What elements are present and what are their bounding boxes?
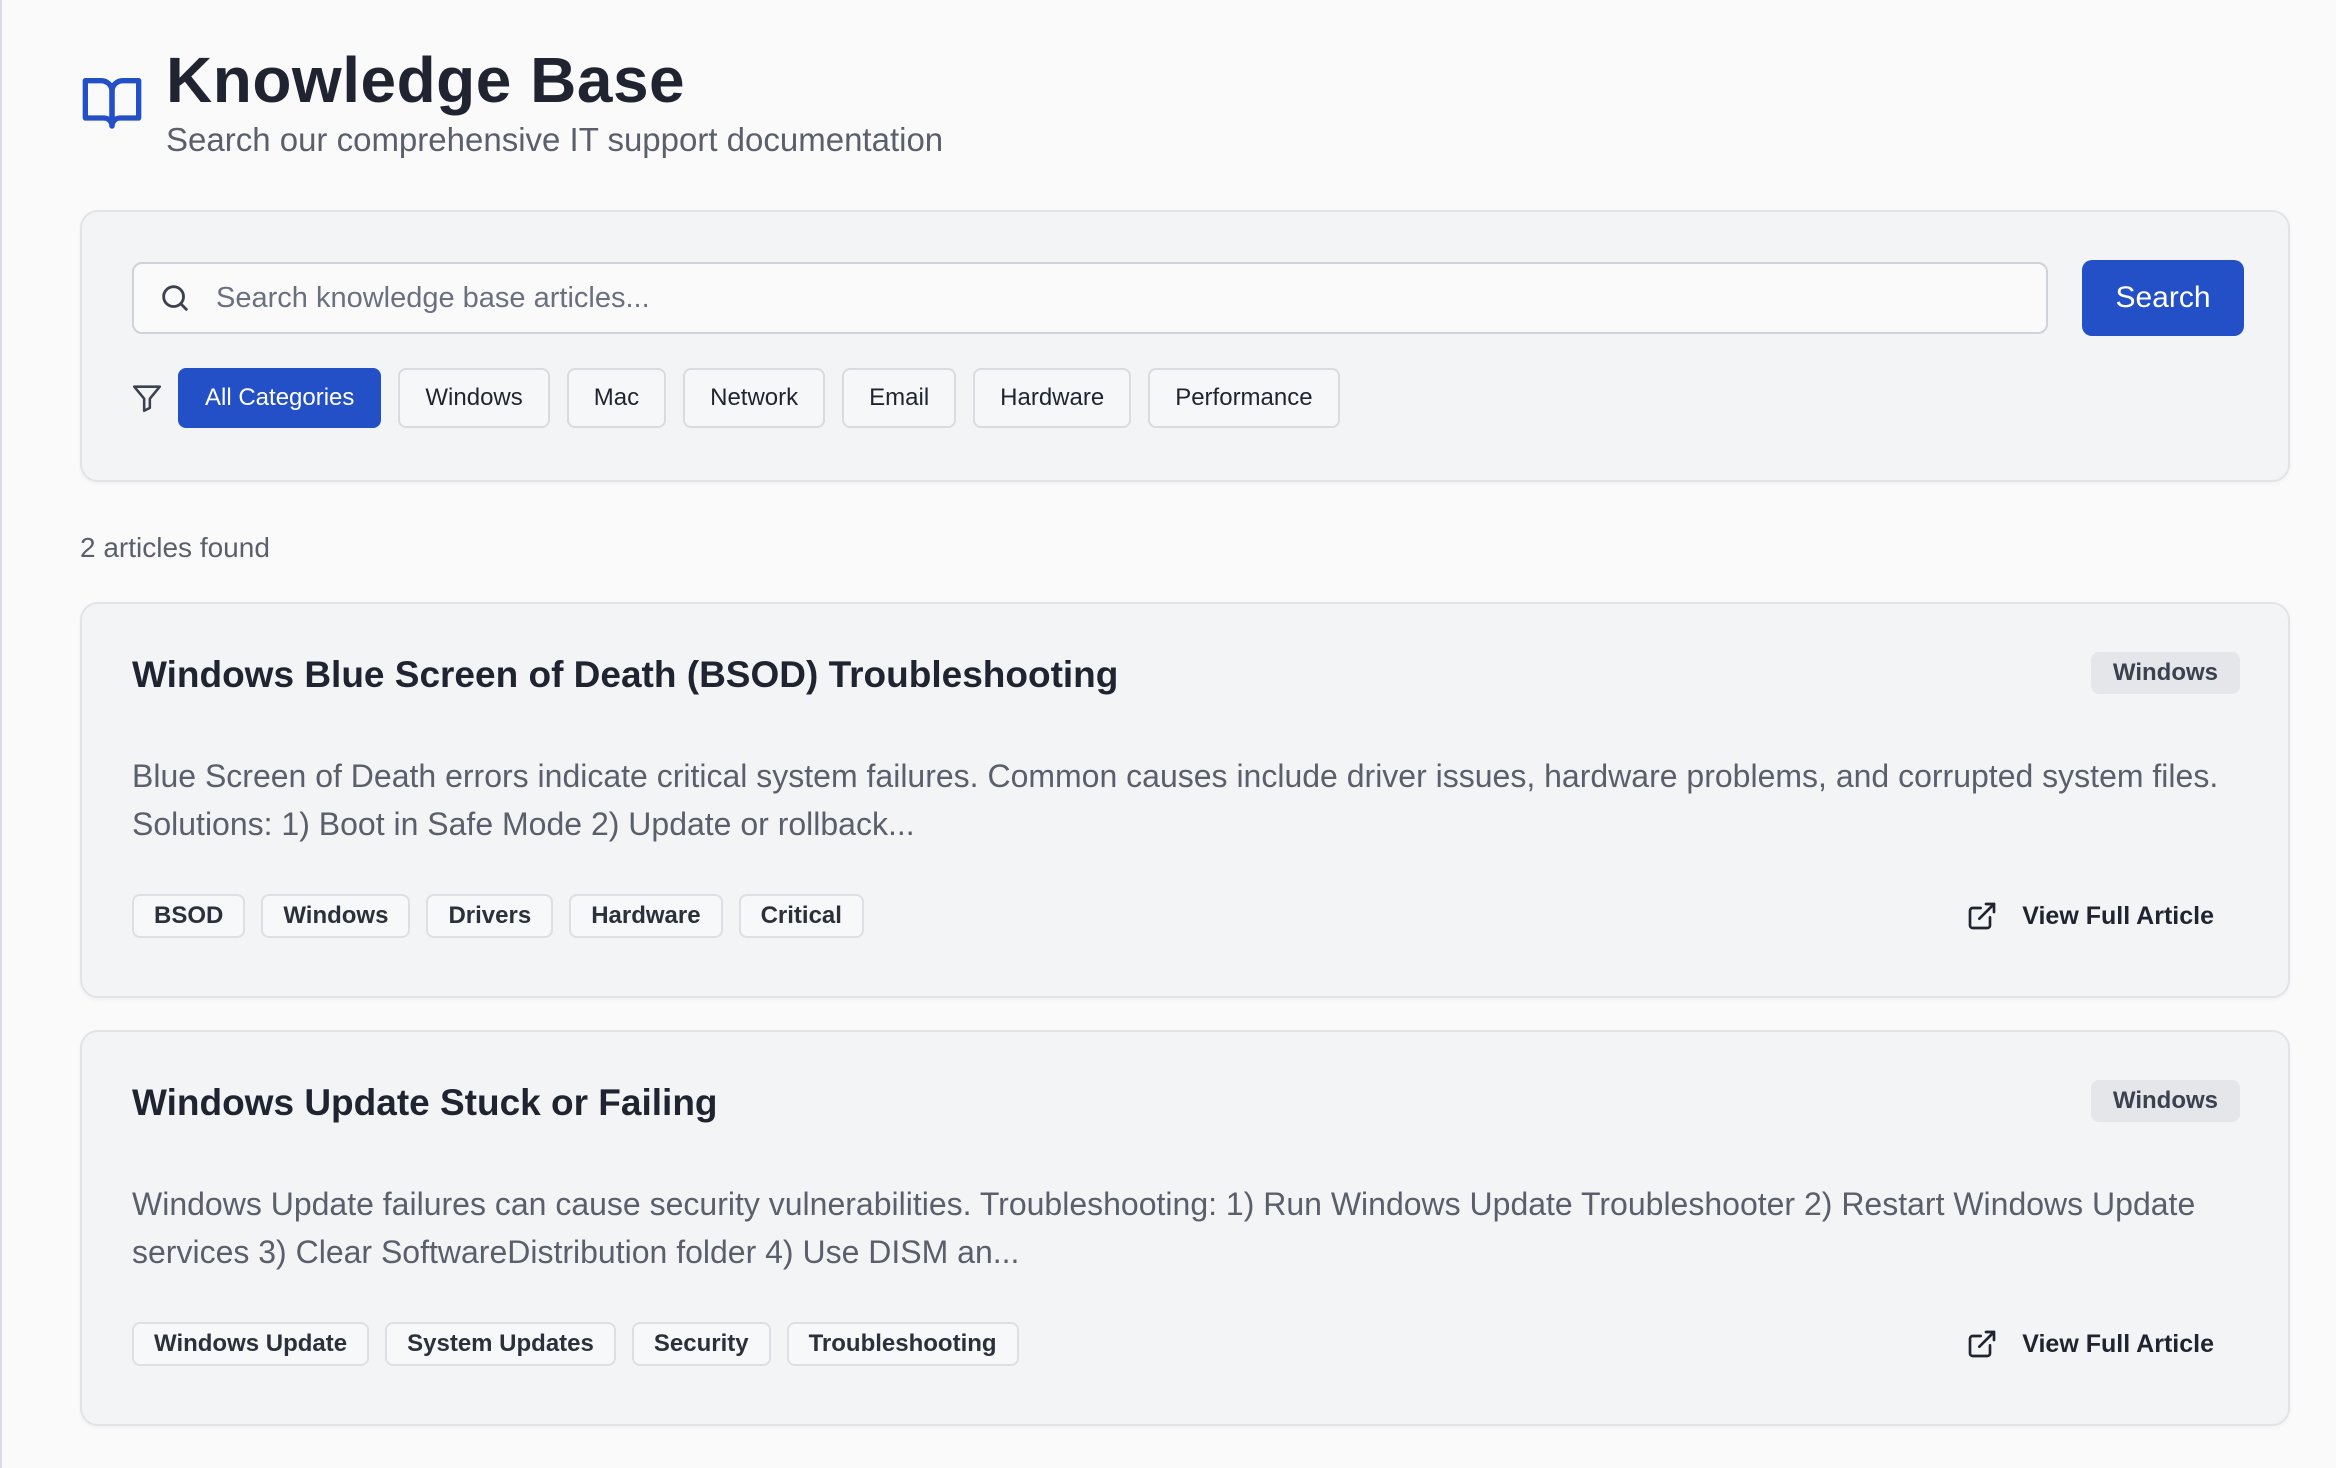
external-link-icon — [1968, 902, 1996, 930]
view-full-article-label: View Full Article — [2022, 1329, 2214, 1358]
filter-network[interactable]: Network — [683, 368, 826, 428]
category-filters: All Categories Windows Mac Network Email… — [130, 368, 1357, 428]
filter-windows[interactable]: Windows — [398, 368, 550, 428]
view-full-article-label: View Full Article — [2022, 901, 2214, 930]
article-card[interactable]: Windows Blue Screen of Death (BSOD) Trou… — [80, 602, 2290, 998]
tag: System Updates — [385, 1322, 616, 1366]
search-panel: Search All Categories Windows Mac Networ… — [80, 210, 2290, 482]
search-input[interactable] — [214, 280, 2046, 316]
article-tags: BSOD Windows Drivers Hardware Critical — [132, 894, 880, 938]
results-count: 2 articles found — [80, 532, 270, 563]
tag: Hardware — [569, 894, 723, 938]
external-link-icon — [1968, 1330, 1996, 1358]
page-header: Knowledge Base Search our comprehensive … — [80, 40, 943, 160]
filter-email[interactable]: Email — [842, 368, 957, 428]
article-description: Blue Screen of Death errors indicate cri… — [132, 758, 2219, 842]
filter-mac[interactable]: Mac — [566, 368, 667, 428]
filter-all-categories[interactable]: All Categories — [178, 368, 382, 428]
article-title[interactable]: Windows Update Stuck or Failing — [132, 1082, 718, 1124]
book-open-icon — [82, 78, 142, 129]
filter-icon — [132, 385, 162, 413]
tag: Security — [631, 1322, 771, 1366]
article-tags: Windows Update System Updates Security T… — [132, 1322, 1035, 1366]
filter-performance[interactable]: Performance — [1148, 368, 1340, 428]
page-title: Knowledge Base — [166, 44, 686, 116]
tag: BSOD — [132, 894, 246, 938]
filter-hardware[interactable]: Hardware — [973, 368, 1132, 428]
search-button[interactable]: Search — [2082, 260, 2244, 336]
search-icon — [162, 285, 188, 311]
article-card[interactable]: Windows Update Stuck or Failing Windows … — [80, 1030, 2290, 1426]
view-full-article-link[interactable]: View Full Article — [1966, 1322, 2214, 1366]
window-edge — [0, 0, 2, 1468]
search-box[interactable] — [132, 262, 2048, 334]
article-description: Windows Update failures can cause securi… — [132, 1186, 2196, 1270]
tag: Troubleshooting — [786, 1322, 1019, 1366]
category-badge: Windows — [2090, 1080, 2240, 1122]
tag: Critical — [738, 894, 864, 938]
category-badge: Windows — [2090, 652, 2240, 694]
tag: Drivers — [426, 894, 554, 938]
view-full-article-link[interactable]: View Full Article — [1966, 894, 2214, 938]
tag: Windows — [261, 894, 411, 938]
tag: Windows Update — [132, 1322, 370, 1366]
page-subtitle: Search our comprehensive IT support docu… — [166, 121, 944, 158]
article-title[interactable]: Windows Blue Screen of Death (BSOD) Trou… — [132, 654, 1118, 696]
